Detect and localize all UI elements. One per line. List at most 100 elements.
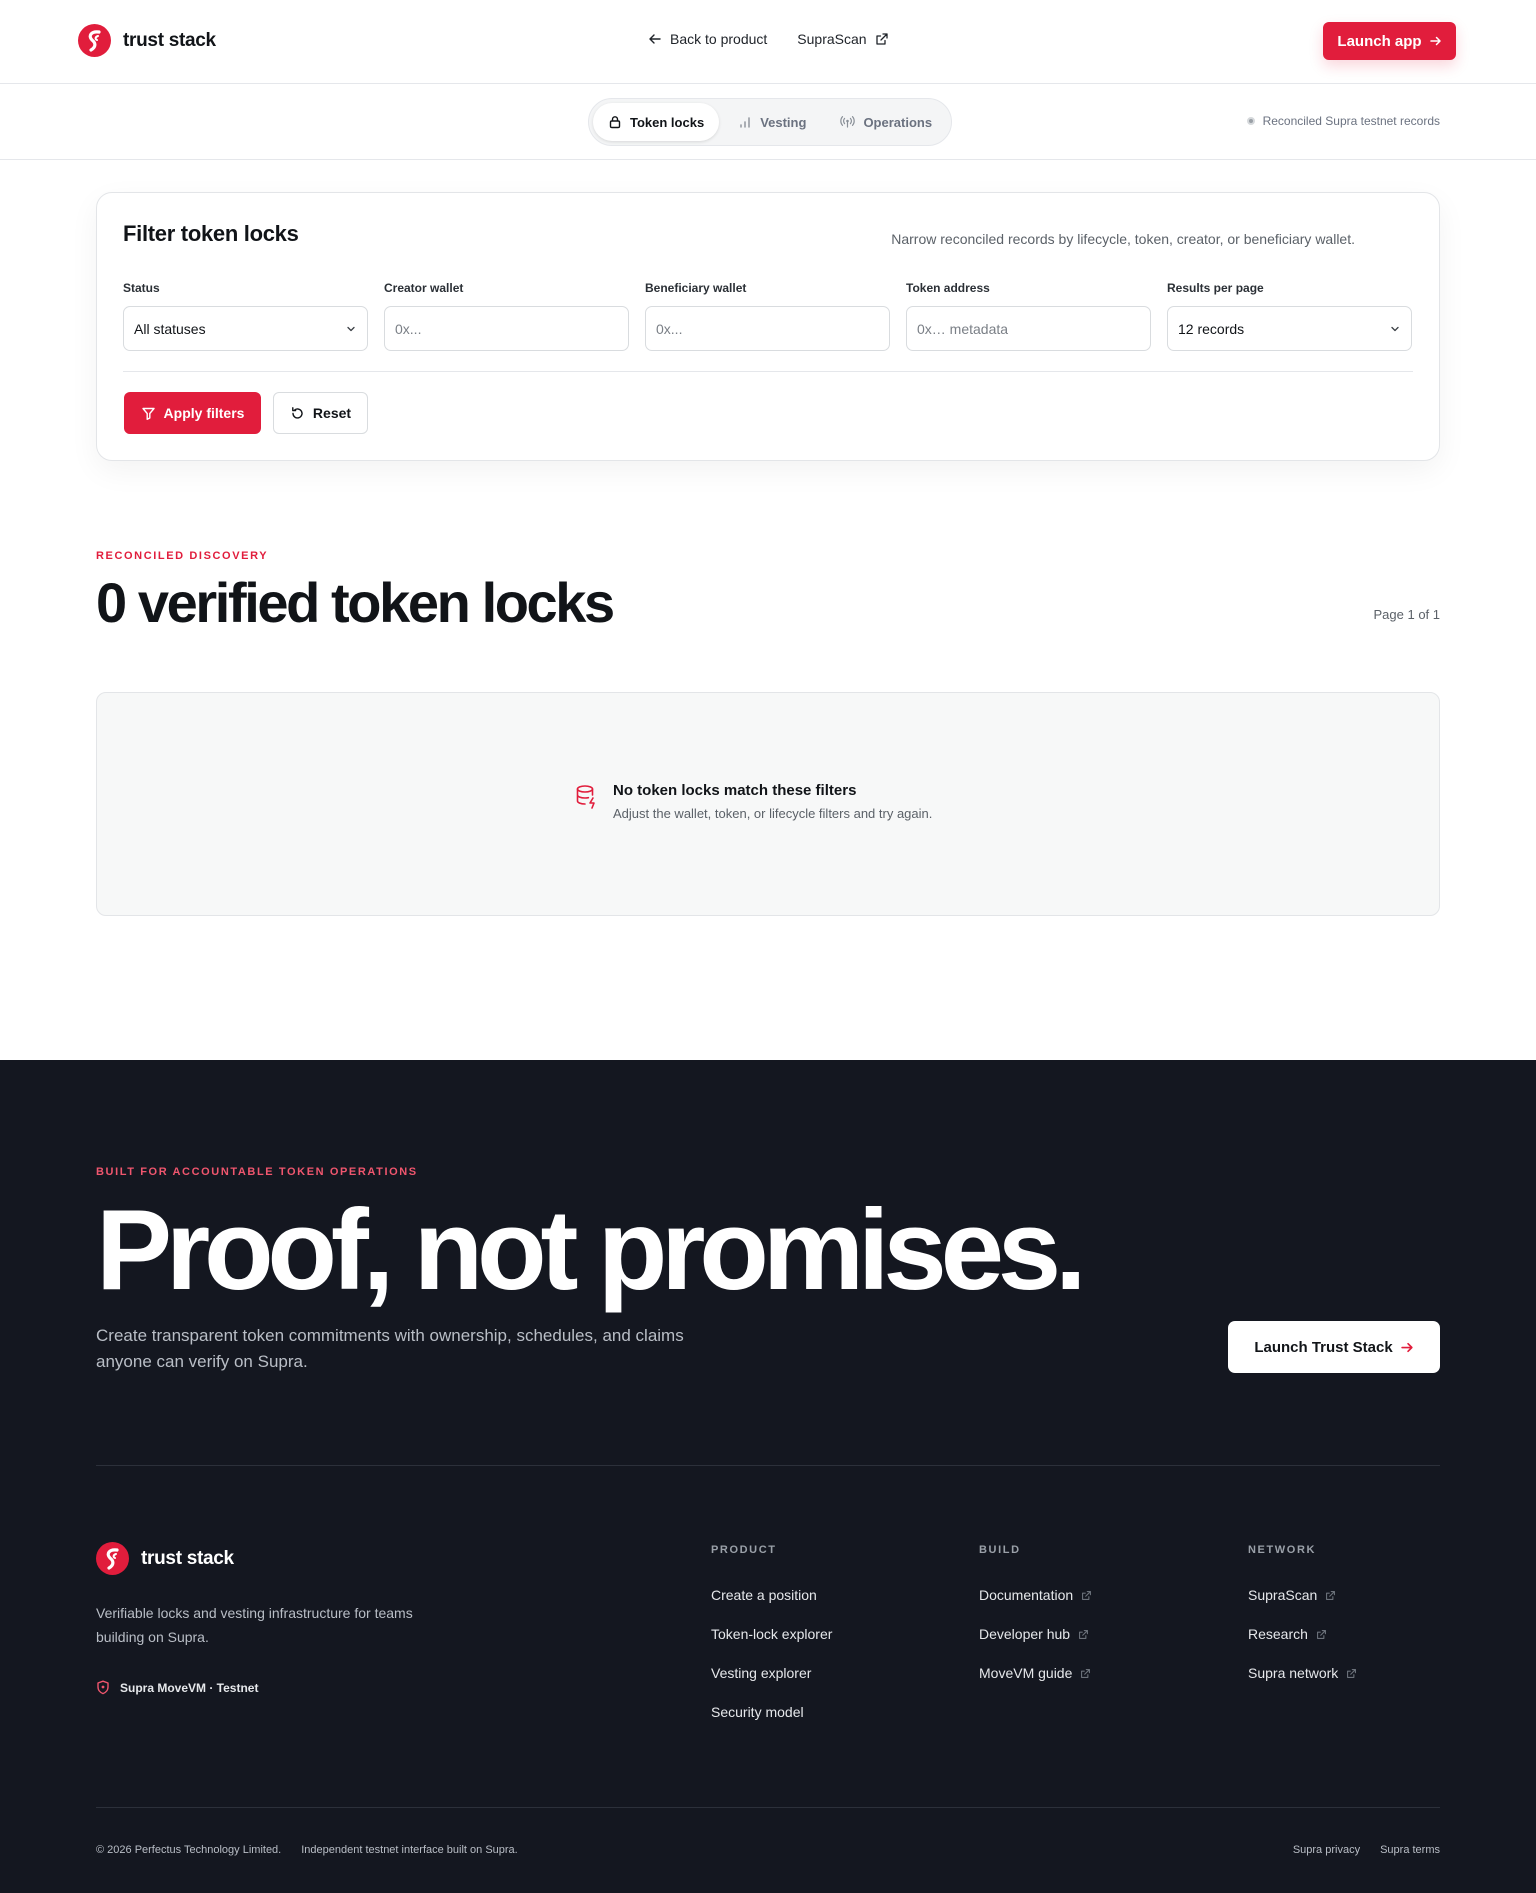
records-status: Reconciled Supra testnet records xyxy=(1246,114,1440,128)
supra-terms-link[interactable]: Supra terms xyxy=(1380,1844,1440,1856)
footer-column-network: Network SupraScan Research Supra network xyxy=(1248,1544,1357,1704)
external-link-icon xyxy=(1316,1629,1327,1640)
site-footer: Built for accountable token operations P… xyxy=(0,1060,1536,1893)
reset-label: Reset xyxy=(312,405,352,421)
trust-stack-logo-icon xyxy=(78,24,111,57)
footer-link-label: Developer hub xyxy=(979,1626,1071,1642)
footer-link-label: MoveVM guide xyxy=(979,1665,1073,1681)
creator-wallet-placeholder: 0x... xyxy=(395,320,422,337)
footer-hero-subtitle: Create transparent token commitments wit… xyxy=(96,1326,684,1371)
footer-hero-title: Proof, not promises. xyxy=(96,1187,1087,1314)
brand-name: trust stack xyxy=(123,29,216,51)
reset-button[interactable]: Reset xyxy=(273,392,368,434)
results-per-page-value: 12 records xyxy=(1178,320,1245,337)
status-field: Status All statuses xyxy=(123,281,368,351)
results-per-page-field: Results per page 12 records xyxy=(1167,281,1412,351)
chevron-down-icon xyxy=(345,323,357,335)
external-link-icon xyxy=(1081,1590,1092,1601)
arrow-right-icon xyxy=(1400,1341,1414,1354)
token-address-label: Token address xyxy=(906,281,990,295)
launch-trust-stack-label: Launch Trust Stack xyxy=(1254,1338,1393,1356)
footer-column-heading: Build xyxy=(979,1544,1021,1556)
page-indicator: Page 1 of 1 xyxy=(1373,607,1441,622)
external-link-icon xyxy=(1080,1668,1091,1679)
token-address-field: Token address 0x… metadata xyxy=(906,281,1151,351)
beneficiary-wallet-input[interactable]: 0x... xyxy=(645,306,890,351)
arrow-left-icon xyxy=(648,32,662,46)
top-navigation: trust stack Back to product SupraScan La… xyxy=(0,0,1536,84)
tab-operations[interactable]: Operations xyxy=(825,103,947,141)
brand-logo-link[interactable]: trust stack xyxy=(78,24,216,57)
empty-state-subtitle: Adjust the wallet, token, or lifecycle f… xyxy=(613,806,933,821)
explorer-tabs: Token locks Vesting Operations xyxy=(588,98,953,146)
footer-link-supra-network[interactable]: Supra network xyxy=(1248,1665,1357,1704)
footer-link-developer-hub[interactable]: Developer hub xyxy=(979,1626,1092,1665)
external-link-icon xyxy=(1078,1629,1089,1640)
chevron-down-icon xyxy=(1389,323,1401,335)
status-label: Status xyxy=(123,281,160,295)
footer-policy-links: Supra privacy Supra terms xyxy=(1293,1844,1440,1856)
footer-link-movevm-guide[interactable]: MoveVM guide xyxy=(979,1665,1092,1704)
creator-wallet-input[interactable]: 0x... xyxy=(384,306,629,351)
footer-tagline: Independent testnet interface built on S… xyxy=(301,1844,518,1856)
beneficiary-wallet-placeholder: 0x... xyxy=(656,320,683,337)
launch-app-label: Launch app xyxy=(1337,32,1422,50)
results-per-page-select[interactable]: 12 records xyxy=(1167,306,1412,351)
explorer-subnav: Token locks Vesting Operations Reconcile… xyxy=(0,84,1536,160)
network-badge: Supra MoveVM · Testnet xyxy=(96,1680,258,1695)
creator-wallet-field: Creator wallet 0x... xyxy=(384,281,629,351)
launch-trust-stack-button[interactable]: Launch Trust Stack xyxy=(1228,1321,1440,1373)
footer-link-label: Documentation xyxy=(979,1587,1074,1603)
network-badge-label: Supra MoveVM · Testnet xyxy=(120,1680,259,1695)
external-link-icon xyxy=(1325,1590,1336,1601)
header-links: Back to product SupraScan xyxy=(648,31,889,47)
discovery-eyebrow: Reconciled discovery xyxy=(96,550,269,562)
footer-column-heading: Product xyxy=(711,1544,777,1556)
footer-link-label: Supra network xyxy=(1248,1665,1339,1681)
footer-bottom-divider xyxy=(96,1807,1440,1808)
empty-state-title: No token locks match these filters xyxy=(613,782,857,799)
filter-title: Filter token locks xyxy=(123,221,299,246)
external-link-icon xyxy=(875,32,889,46)
tab-vesting-label: Vesting xyxy=(760,114,807,130)
footer-link-token-lock-explorer[interactable]: Token-lock explorer xyxy=(711,1626,832,1665)
results-title: 0 verified token locks xyxy=(96,571,615,634)
footer-divider xyxy=(96,1465,1440,1466)
footer-column-heading: Network xyxy=(1248,1544,1317,1556)
footer-brand-link[interactable]: trust stack xyxy=(96,1542,234,1575)
footer-link-label: Token-lock explorer xyxy=(711,1626,833,1642)
filter-funnel-icon xyxy=(141,406,156,421)
footer-link-label: Security model xyxy=(711,1704,804,1720)
apply-filters-label: Apply filters xyxy=(163,405,245,421)
tab-token-locks[interactable]: Token locks xyxy=(593,103,720,141)
beneficiary-wallet-label: Beneficiary wallet xyxy=(645,281,747,295)
launch-app-button[interactable]: Launch app xyxy=(1323,22,1456,60)
footer-link-create-position[interactable]: Create a position xyxy=(711,1587,832,1626)
back-to-product-label: Back to product xyxy=(670,31,768,47)
empty-state: No token locks match these filters Adjus… xyxy=(96,692,1440,916)
token-address-input[interactable]: 0x… metadata xyxy=(906,306,1151,351)
results-per-page-label: Results per page xyxy=(1167,281,1264,295)
footer-column-product: Product Create a position Token-lock exp… xyxy=(711,1544,832,1743)
footer-link-vesting-explorer[interactable]: Vesting explorer xyxy=(711,1665,832,1704)
footer-link-suprascan[interactable]: SupraScan xyxy=(1248,1587,1357,1626)
token-address-placeholder: 0x… metadata xyxy=(917,320,1009,337)
footer-legal: © 2026 Perfectus Technology Limited. Ind… xyxy=(96,1844,518,1856)
footer-link-documentation[interactable]: Documentation xyxy=(979,1587,1092,1626)
footer-link-security-model[interactable]: Security model xyxy=(711,1704,832,1743)
footer-link-research[interactable]: Research xyxy=(1248,1626,1357,1665)
suprascan-label: SupraScan xyxy=(797,31,867,47)
back-to-product-link[interactable]: Back to product xyxy=(648,31,767,47)
footer-description: Verifiable locks and vesting infrastruct… xyxy=(96,1605,413,1645)
apply-filters-button[interactable]: Apply filters xyxy=(124,392,261,434)
tab-vesting[interactable]: Vesting xyxy=(723,103,821,141)
supra-privacy-link[interactable]: Supra privacy xyxy=(1293,1844,1360,1856)
filter-divider xyxy=(123,371,1413,372)
suprascan-link[interactable]: SupraScan xyxy=(797,31,888,47)
copyright-text: © 2026 Perfectus Technology Limited. xyxy=(96,1844,282,1856)
status-select[interactable]: All statuses xyxy=(123,306,368,351)
beneficiary-wallet-field: Beneficiary wallet 0x... xyxy=(645,281,890,351)
records-note-text: Reconciled Supra testnet records xyxy=(1262,114,1440,128)
reset-rotate-icon xyxy=(290,406,305,421)
status-value: All statuses xyxy=(134,320,206,337)
